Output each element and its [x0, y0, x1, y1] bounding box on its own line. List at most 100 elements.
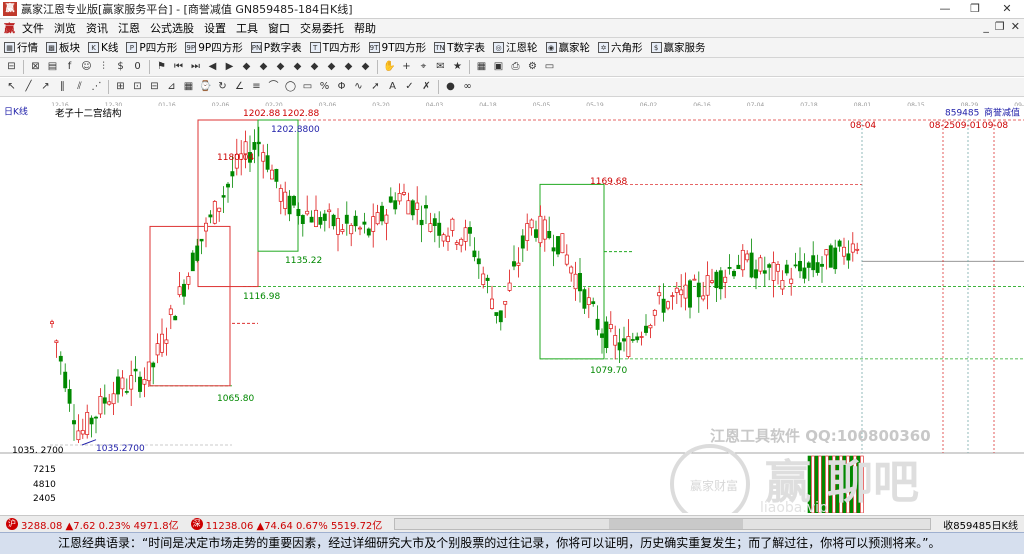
arrow-icon[interactable]: ➚	[369, 80, 383, 94]
menu-help[interactable]: 帮助	[349, 20, 381, 36]
calc-icon[interactable]: ▦	[475, 60, 489, 74]
star-icon[interactable]: ★	[451, 60, 465, 74]
gann-grid-icon[interactable]: ⊟	[148, 80, 162, 94]
toolbar-button-11[interactable]: ✡ 六角形	[594, 40, 647, 55]
plus-icon[interactable]: +	[400, 60, 414, 74]
price-icon[interactable]: ≡	[250, 80, 264, 94]
mdi-restore-button[interactable]: ❐	[995, 20, 1005, 33]
chart-icon[interactable]: ▤	[46, 60, 60, 74]
toolbar-button-5[interactable]: PN P数字表	[247, 40, 306, 55]
menu-settings[interactable]: 设置	[199, 20, 231, 36]
layout-icon[interactable]: ⊟	[5, 60, 19, 74]
fx-icon[interactable]: f	[63, 60, 77, 74]
square9-icon[interactable]: ▦	[182, 80, 196, 94]
toolbar-button-12[interactable]: $ 赢家服务	[647, 40, 710, 55]
delete-icon[interactable]: ✗	[420, 80, 434, 94]
bar-icon[interactable]: ⫶	[97, 60, 111, 74]
toolbar-button-2[interactable]: K K线	[84, 40, 122, 55]
toolbar-button-label: T四方形	[322, 42, 361, 54]
candle-body	[498, 310, 503, 323]
cursor-icon[interactable]: ↖	[5, 80, 19, 94]
diamond2-icon[interactable]: ◆	[257, 60, 271, 74]
diamond1-icon[interactable]: ◆	[240, 60, 254, 74]
diamond3-icon[interactable]: ◆	[274, 60, 288, 74]
line-icon[interactable]: ╱	[22, 80, 36, 94]
sz-index[interactable]: 深 11238.06 ▲74.64 0.67% 5519.72亿	[185, 517, 389, 532]
diamond4-icon[interactable]: ◆	[291, 60, 305, 74]
ellipse-icon[interactable]: ◯	[284, 80, 298, 94]
power-icon[interactable]: 0	[131, 60, 145, 74]
sz-index-value: 11238.06 ▲74.64 0.67% 5519.72亿	[205, 520, 383, 532]
gann-fan-icon[interactable]: ⊿	[165, 80, 179, 94]
menu-browse[interactable]: 浏览	[49, 20, 81, 36]
percent-icon[interactable]: %	[318, 80, 332, 94]
dollar-small-icon[interactable]: $	[114, 60, 128, 74]
crosshair-icon[interactable]: ⌖	[417, 60, 431, 74]
wave-icon[interactable]: ∿	[352, 80, 366, 94]
toolbar-button-9[interactable]: ◎ 江恩轮	[489, 40, 542, 55]
flag-icon[interactable]: ⚑	[155, 60, 169, 74]
diamond7-icon[interactable]: ◆	[342, 60, 356, 74]
menu-tools[interactable]: 工具	[231, 20, 263, 36]
candle-body	[670, 295, 675, 297]
toolbar-button-6[interactable]: T T四方形	[306, 40, 365, 55]
mark-icon[interactable]: ✓	[403, 80, 417, 94]
candlestick-chart[interactable]: 日K线 老子十二宫结构 859485 商誉减值 1180.04 1202.88 …	[0, 106, 1024, 524]
menu-gann[interactable]: 江恩	[113, 20, 145, 36]
toolbar-button-1[interactable]: ▩ 板块	[42, 40, 84, 55]
toolbar-button-7[interactable]: 9T 9T四方形	[365, 40, 431, 55]
close-button[interactable]: ✕	[990, 0, 1024, 18]
person-icon[interactable]: ☺	[80, 60, 94, 74]
print-icon[interactable]: ⎙	[509, 60, 523, 74]
last-icon[interactable]: ⏭	[189, 60, 203, 74]
menu-window[interactable]: 窗口	[263, 20, 295, 36]
restore-button[interactable]: ❐	[960, 0, 990, 18]
toolbar-button-3[interactable]: P P四方形	[122, 40, 181, 55]
gift-icon[interactable]: ✉	[434, 60, 448, 74]
diamond8-icon[interactable]: ◆	[359, 60, 373, 74]
tools-icon[interactable]: ⚙	[526, 60, 540, 74]
channel-icon[interactable]: ⫽	[73, 80, 87, 94]
time-icon[interactable]: ⌚	[199, 80, 213, 94]
ray-icon[interactable]: ↗	[39, 80, 53, 94]
gann-line-icon[interactable]: ⊞	[114, 80, 128, 94]
gann-box-icon[interactable]: ⊡	[131, 80, 145, 94]
mdi-close-button[interactable]: ✕	[1011, 20, 1020, 33]
mdi-minimize-button[interactable]: _	[983, 20, 989, 33]
menu-file[interactable]: 文件	[17, 20, 49, 36]
save-icon[interactable]: ▣	[492, 60, 506, 74]
monitor-icon[interactable]: ▭	[543, 60, 557, 74]
menu-info[interactable]: 资讯	[81, 20, 113, 36]
fan-icon[interactable]: ⋰	[90, 80, 104, 94]
toolbar-button-10[interactable]: ◉ 赢家轮	[542, 40, 595, 55]
color-icon[interactable]: ●	[444, 80, 458, 94]
horizontal-scrollbar[interactable]	[394, 518, 932, 530]
angle-icon[interactable]: ∠	[233, 80, 247, 94]
menu-formula[interactable]: 公式选股	[145, 20, 199, 36]
sh-index[interactable]: 沪 3288.08 ▲7.62 0.23% 4971.8亿	[0, 517, 185, 532]
toolbar-button-4[interactable]: 9P 9P四方形	[181, 40, 247, 55]
infinity-icon[interactable]: ∞	[461, 80, 475, 94]
diamond5-icon[interactable]: ◆	[308, 60, 322, 74]
chart-area[interactable]: 日K线 老子十二宫结构 859485 商誉减值 1180.04 1202.88 …	[0, 106, 1024, 524]
toolbar-button-0[interactable]: ▦ 行情	[0, 40, 42, 55]
navigation-toolbar: ⊟ ⊠ ▤ f ☺ ⫶ $0 ⚑ ⏮ ⏭ ◀ ▶ ◆ ◆ ◆ ◆ ◆ ◆ ◆ ◆ ✋ + ⌖ ✉ ★ ▦ ▣ ⎙ ⚙ ▭	[0, 58, 1024, 77]
toolbar-button-8[interactable]: TN T数字表	[430, 40, 489, 55]
parallel-icon[interactable]: ∥	[56, 80, 70, 94]
fib-icon[interactable]: Φ	[335, 80, 349, 94]
text-icon[interactable]: A	[386, 80, 400, 94]
arc-icon[interactable]: ⌒	[267, 80, 281, 94]
scrollbar-thumb[interactable]	[609, 519, 744, 529]
next-icon[interactable]: ▶	[223, 60, 237, 74]
pattern-icon[interactable]: ⊠	[29, 60, 43, 74]
diamond6-icon[interactable]: ◆	[325, 60, 339, 74]
toolbar-separator	[469, 60, 470, 74]
menu-trade[interactable]: 交易委托	[295, 20, 349, 36]
cycle-icon[interactable]: ↻	[216, 80, 230, 94]
sz-index-icon: 深	[190, 518, 203, 530]
minimize-button[interactable]: —	[930, 0, 960, 18]
hand-icon[interactable]: ✋	[383, 60, 397, 74]
rect-icon[interactable]: ▭	[301, 80, 315, 94]
first-icon[interactable]: ⏮	[172, 60, 186, 74]
prev-icon[interactable]: ◀	[206, 60, 220, 74]
